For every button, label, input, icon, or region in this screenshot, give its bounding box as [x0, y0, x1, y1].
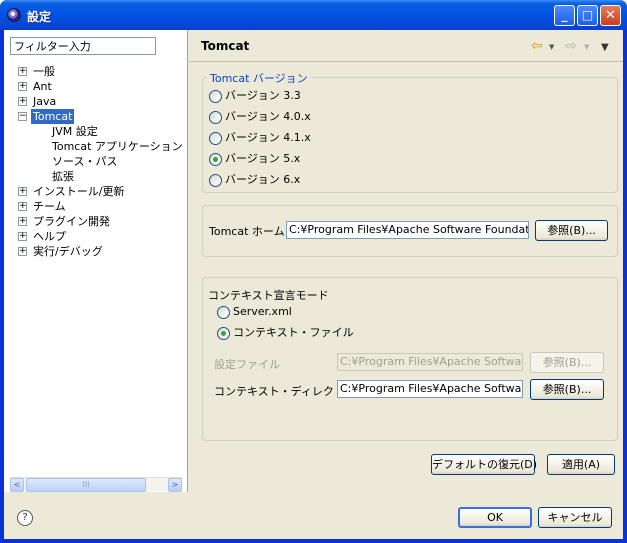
tree-horizontal-scrollbar[interactable]: < III > — [10, 477, 182, 492]
tree-item-label: Ant — [33, 80, 52, 93]
tomcat-home-group: Tomcat ホーム C:¥Program Files¥Apache Softw… — [202, 205, 618, 257]
tree-item-label: 拡張 — [52, 170, 74, 183]
expand-icon[interactable]: + — [18, 202, 27, 211]
scrollbar-thumb[interactable]: III — [26, 478, 146, 492]
filter-input[interactable] — [10, 37, 156, 55]
radio-icon[interactable] — [209, 111, 222, 124]
tree-item-label: 一般 — [33, 65, 55, 78]
collapse-icon[interactable]: − — [18, 112, 27, 121]
tree-item-extensions[interactable]: 拡張 — [4, 169, 186, 184]
help-icon[interactable]: ? — [17, 510, 33, 526]
tree-item-label: インストール/更新 — [33, 185, 125, 198]
expand-icon[interactable]: + — [18, 187, 27, 196]
eclipse-icon — [7, 8, 21, 22]
tomcat-version-group-title: Tomcat バージョン — [207, 70, 311, 86]
scroll-left-button[interactable]: < — [10, 478, 24, 492]
title-bar[interactable]: 設定 _ □ ✕ — [0, 0, 627, 30]
minimize-button[interactable]: _ — [554, 5, 575, 26]
tomcat-home-label: Tomcat ホーム — [209, 225, 285, 238]
config-file-label: 設定ファイル — [214, 358, 280, 371]
radio-label: バージョン 5.x — [225, 152, 301, 165]
forward-arrow-icon[interactable]: ⇨ — [565, 38, 577, 54]
ok-button[interactable]: OK — [458, 507, 532, 528]
tomcat-home-field[interactable]: C:¥Program Files¥Apache Software Foundat… — [286, 221, 529, 239]
radio-icon[interactable] — [209, 174, 222, 187]
radio-label: バージョン 4.1.x — [225, 131, 311, 144]
radio-label: Server.xml — [233, 305, 292, 318]
expand-icon[interactable]: + — [18, 97, 27, 106]
cancel-button[interactable]: キャンセル — [538, 507, 612, 528]
radio-icon[interactable] — [217, 306, 230, 319]
radio-checked-icon[interactable] — [217, 327, 230, 340]
forward-history-dropdown-icon[interactable]: ▼ — [584, 43, 589, 51]
back-history-dropdown-icon[interactable]: ▼ — [549, 43, 554, 51]
config-file-field: C:¥Program Files¥Apache Software — [337, 353, 523, 371]
tree-item-plugin-dev[interactable]: + プラグイン開発 — [4, 214, 186, 229]
tree-item-team[interactable]: + チーム — [4, 199, 186, 214]
page-title: Tomcat — [201, 39, 250, 53]
tree-item-tomcat[interactable]: − Tomcat — [4, 109, 186, 124]
back-arrow-icon[interactable]: ⇦ — [531, 38, 543, 54]
tree-item-label: プラグイン開発 — [33, 215, 110, 228]
tree-item-label: Tomcat — [31, 109, 75, 124]
apply-button[interactable]: 適用(A) — [547, 454, 615, 475]
expand-icon[interactable]: + — [18, 82, 27, 91]
window-title: 設定 — [27, 10, 52, 24]
radio-icon[interactable] — [209, 132, 222, 145]
expand-icon[interactable]: + — [18, 217, 27, 226]
scroll-right-button[interactable]: > — [168, 478, 182, 492]
radio-label: バージョン 6.x — [225, 173, 301, 186]
tree-item-jvm-settings[interactable]: JVM 設定 — [4, 124, 186, 139]
config-file-browse-button: 参照(B)... — [530, 352, 604, 373]
radio-label: バージョン 3.3 — [225, 89, 301, 102]
close-button[interactable]: ✕ — [600, 5, 621, 26]
preferences-window: 設定 _ □ ✕ + 一般 + Ant + Java — [0, 0, 627, 543]
tree-item-source-path[interactable]: ソース・パス — [4, 154, 186, 169]
tomcat-version-group: Tomcat バージョン バージョン 3.3 バージョン 4.0.x バージョン… — [202, 70, 618, 193]
tree-item-java[interactable]: + Java — [4, 94, 186, 109]
context-mode-group: コンテキスト宣言モード Server.xml コンテキスト・ファイル 設定ファイ… — [202, 277, 618, 441]
restore-defaults-button[interactable]: デフォルトの復元(D) — [431, 454, 537, 475]
maximize-button[interactable]: □ — [577, 5, 598, 26]
tree-item-label: ソース・パス — [52, 155, 118, 168]
radio-icon[interactable] — [209, 90, 222, 103]
tree-item-help[interactable]: + ヘルプ — [4, 229, 186, 244]
tree-item-run-debug[interactable]: + 実行/デバッグ — [4, 244, 186, 259]
tree-item-label: ヘルプ — [33, 230, 66, 243]
context-dir-browse-button[interactable]: 参照(B)... — [530, 379, 604, 400]
page-header: Tomcat ⇦ ▼ ⇨ ▼ ▼ — [189, 30, 623, 62]
view-menu-icon[interactable]: ▼ — [601, 42, 609, 53]
context-mode-label: コンテキスト宣言モード — [208, 289, 329, 302]
radio-checked-icon[interactable] — [209, 153, 222, 166]
tree-item-label: Java — [33, 95, 57, 108]
dialog-client-area: + 一般 + Ant + Java − Tomcat JVM 設定 — [4, 30, 623, 539]
expand-icon[interactable]: + — [18, 247, 27, 256]
tree-item-ant[interactable]: + Ant — [4, 79, 186, 94]
tree-item-general[interactable]: + 一般 — [4, 64, 186, 79]
tree-item-label: JVM 設定 — [52, 125, 98, 138]
tree-item-label: 実行/デバッグ — [33, 245, 103, 258]
radio-label: コンテキスト・ファイル — [233, 326, 354, 339]
radio-label: バージョン 4.0.x — [225, 110, 311, 123]
tree-item-install-update[interactable]: + インストール/更新 — [4, 184, 186, 199]
expand-icon[interactable]: + — [18, 67, 27, 76]
tree-item-label: チーム — [33, 200, 66, 213]
expand-icon[interactable]: + — [18, 232, 27, 241]
tree-item-label: Tomcat アプリケーション・マ — [52, 140, 186, 153]
preferences-tree-pane: + 一般 + Ant + Java − Tomcat JVM 設定 — [4, 30, 188, 492]
tomcat-home-browse-button[interactable]: 参照(B)... — [535, 220, 608, 241]
context-dir-field[interactable]: C:¥Program Files¥Apache Software — [337, 380, 523, 398]
tree-item-tomcat-app-manager[interactable]: Tomcat アプリケーション・マ — [4, 139, 186, 154]
